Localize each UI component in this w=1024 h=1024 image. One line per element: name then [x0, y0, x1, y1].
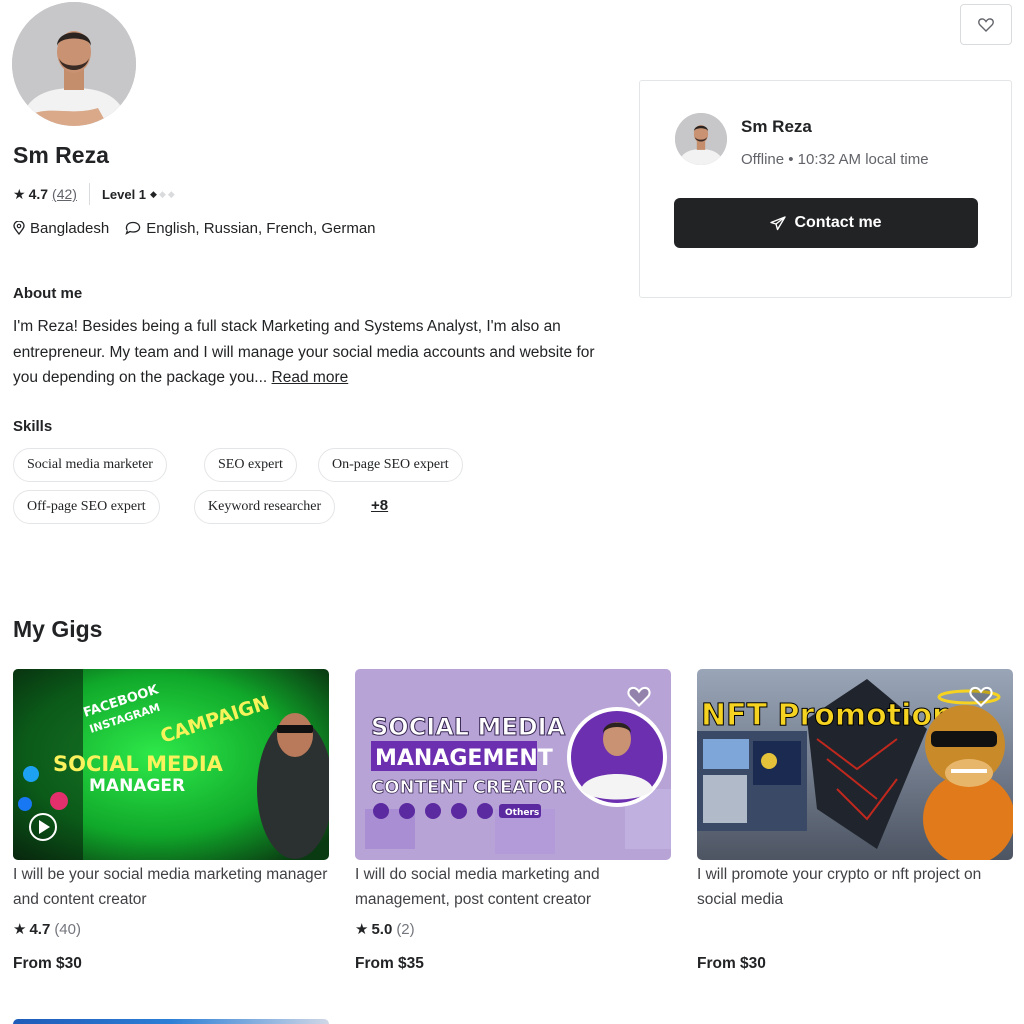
- profile-meta: Bangladesh English, Russian, French, Ger…: [13, 218, 392, 238]
- gig-favorite-icon[interactable]: [969, 685, 993, 712]
- gig-title[interactable]: I will do social media marketing and man…: [355, 862, 671, 912]
- gig-thumbnail[interactable]: SOCIAL MEDIA MANAGEMENT CONTENT CREATOR …: [355, 669, 671, 860]
- languages: English, Russian, French, German: [125, 219, 376, 237]
- gig-title[interactable]: I will promote your crypto or nft projec…: [697, 862, 1013, 912]
- about-text: I'm Reza! Besides being a full stack Mar…: [13, 314, 613, 391]
- gig-title[interactable]: I will be your social media marketing ma…: [13, 862, 329, 912]
- thumb-text: CONTENT CREATOR: [371, 777, 566, 798]
- profile-rating: 4.7: [28, 186, 49, 202]
- profile-review-count[interactable]: (42): [52, 186, 77, 202]
- thumb-text: Others: [505, 808, 539, 818]
- star-icon: ★: [13, 921, 27, 938]
- contact-avatar: [675, 113, 727, 165]
- level-diamond-icon: ◆: [158, 188, 166, 199]
- thumb-text: NFT Promotion: [701, 698, 953, 733]
- profile-name: Sm Reza: [13, 142, 109, 168]
- languages-label: English, Russian, French, German: [146, 219, 376, 237]
- chat-bubble-icon: [125, 221, 141, 235]
- country: Bangladesh: [13, 220, 109, 237]
- thumb-text: SOCIAL MEDIA: [371, 713, 566, 741]
- more-skills-link[interactable]: +8: [371, 497, 388, 514]
- gig-thumbnail-partial[interactable]: [13, 1019, 329, 1024]
- gig-rating: ★ 4.7 (40): [13, 920, 81, 939]
- gig-thumbnail[interactable]: FACEBOOK INSTAGRAM CAMPAIGN SOCIAL MEDIA…: [13, 669, 329, 860]
- gig-rating-count: (40): [54, 920, 81, 938]
- gig-rating: ★ 5.0 (2): [355, 920, 415, 939]
- gig-rating-count: (2): [396, 920, 415, 938]
- star-icon: ★: [355, 921, 369, 938]
- star-icon: ★: [13, 185, 26, 202]
- contact-me-button[interactable]: Contact me: [674, 198, 978, 248]
- gig-rating-score: 5.0: [371, 920, 393, 938]
- thumb-text: MANAGER: [89, 776, 185, 796]
- divider: [88, 183, 90, 205]
- contact-me-label: Contact me: [794, 214, 882, 231]
- skill-chip[interactable]: SEO expert: [204, 448, 297, 482]
- skills-heading: Skills: [13, 418, 53, 435]
- thumb-text: SOCIAL MEDIA: [53, 752, 224, 776]
- skill-chip[interactable]: On-page SEO expert: [318, 448, 463, 482]
- seller-level: Level 1: [101, 186, 147, 202]
- paper-plane-icon: [770, 215, 787, 231]
- gig-card[interactable]: FACEBOOK INSTAGRAM CAMPAIGN SOCIAL MEDIA…: [13, 669, 329, 972]
- gig-rating-score: 4.7: [29, 920, 51, 938]
- skill-chip[interactable]: Off-page SEO expert: [13, 490, 160, 524]
- contact-name: Sm Reza: [741, 117, 812, 136]
- contact-card: Sm Reza Offline • 10:32 AM local time Co…: [639, 80, 1012, 298]
- country-label: Bangladesh: [30, 219, 110, 237]
- level-diamond-icon: ◆: [167, 188, 175, 199]
- heart-icon: [978, 18, 994, 32]
- gig-card[interactable]: SOCIAL MEDIA MANAGEMENT CONTENT CREATOR …: [355, 669, 671, 972]
- gig-thumbnail[interactable]: NFT Promotion: [697, 669, 1013, 860]
- contact-status: Offline • 10:32 AM local time: [741, 151, 929, 168]
- gig-price: From $30: [13, 955, 82, 972]
- skill-chip[interactable]: Social media marketer: [13, 448, 167, 482]
- read-more-link[interactable]: Read more: [272, 369, 349, 386]
- gig-price: From $35: [355, 955, 424, 972]
- thumb-text: MANAGEMENT: [375, 746, 553, 771]
- gig-card[interactable]: NFT Promotion I will promote your crypto…: [697, 669, 1013, 972]
- location-pin-icon: [13, 221, 25, 235]
- profile-avatar: [12, 2, 136, 126]
- favorite-button[interactable]: [960, 4, 1012, 45]
- gig-favorite-icon[interactable]: [627, 685, 651, 712]
- gig-price: From $30: [697, 955, 766, 972]
- skill-chip[interactable]: Keyword researcher: [194, 490, 336, 524]
- gigs-heading: My Gigs: [13, 616, 103, 642]
- about-heading: About me: [13, 285, 83, 302]
- level-diamond-icon: ◆: [150, 188, 157, 199]
- rating-row: ★ 4.7 (42) Level 1 ◆ ◆ ◆: [13, 183, 175, 205]
